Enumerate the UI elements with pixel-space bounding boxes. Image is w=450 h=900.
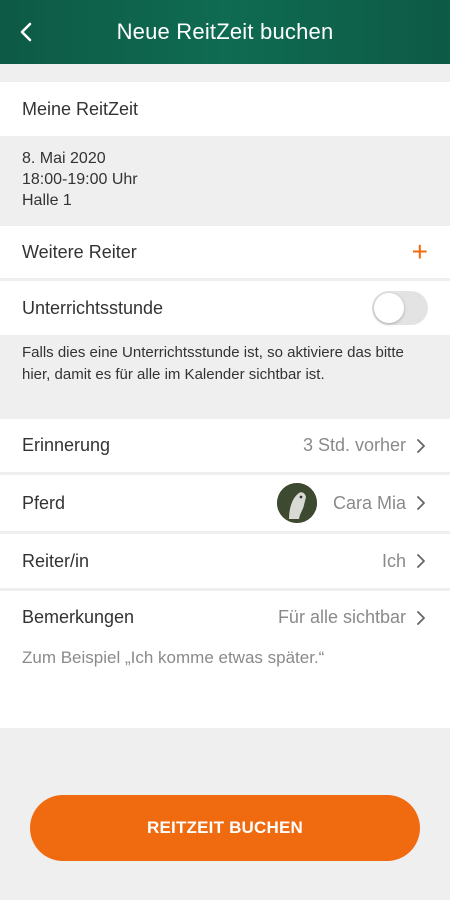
notes-visibility: Für alle sichtbar — [277, 607, 406, 627]
lesson-hint: Falls dies eine Unterrichtsstunde ist, s… — [0, 342, 450, 410]
my-time-details: 8. Mai 2020 18:00-19:00 Uhr Halle 1 — [0, 146, 450, 218]
notes-input[interactable]: Zum Beispiel „Ich komme etwas später.“ — [22, 648, 324, 668]
reminder-row[interactable]: Erinnerung 3 Std. vorher — [0, 419, 450, 472]
horse-avatar — [276, 483, 317, 523]
page-title: Neue ReitZeit buchen — [116, 19, 334, 44]
my-time-time: 18:00-19:00 Uhr — [22, 171, 138, 188]
chevron-right-icon — [417, 554, 425, 568]
toggle-knob — [374, 293, 404, 323]
chevron-right-icon — [417, 610, 425, 625]
notes-label: Bemerkungen — [22, 607, 135, 627]
rider-row[interactable]: Reiter/in Ich — [0, 534, 450, 588]
more-riders-label: Weitere Reiter — [22, 241, 137, 262]
lesson-toggle[interactable] — [372, 291, 428, 325]
lesson-row: Unterrichtsstunde — [0, 281, 450, 335]
lesson-label: Unterrichtsstunde — [22, 297, 164, 318]
app-header: Neue ReitZeit buchen — [0, 0, 450, 64]
chevron-right-icon — [417, 438, 425, 453]
my-time-header: Meine ReitZeit — [0, 82, 450, 136]
my-time-date: 8. Mai 2020 — [22, 150, 106, 167]
reminder-label: Erinnerung — [22, 435, 111, 455]
rider-label: Reiter/in — [22, 550, 90, 571]
horse-row[interactable]: Pferd Cara Mia — [0, 475, 450, 531]
chevron-right-icon — [417, 496, 425, 510]
rider-value: Ich — [381, 550, 406, 571]
back-button[interactable] — [14, 20, 38, 44]
horse-label: Pferd — [22, 492, 66, 513]
my-time-location: Halle 1 — [22, 192, 72, 209]
my-time-label: Meine ReitZeit — [22, 98, 139, 119]
reminder-value: 3 Std. vorher — [302, 435, 406, 455]
horse-value: Cara Mia — [332, 492, 406, 513]
chevron-left-icon — [20, 22, 32, 42]
more-riders-row: Weitere Reiter + — [0, 226, 450, 278]
add-rider-button[interactable]: + — [412, 238, 428, 266]
book-ride-button[interactable]: REITZEIT BUCHEN — [30, 795, 420, 861]
